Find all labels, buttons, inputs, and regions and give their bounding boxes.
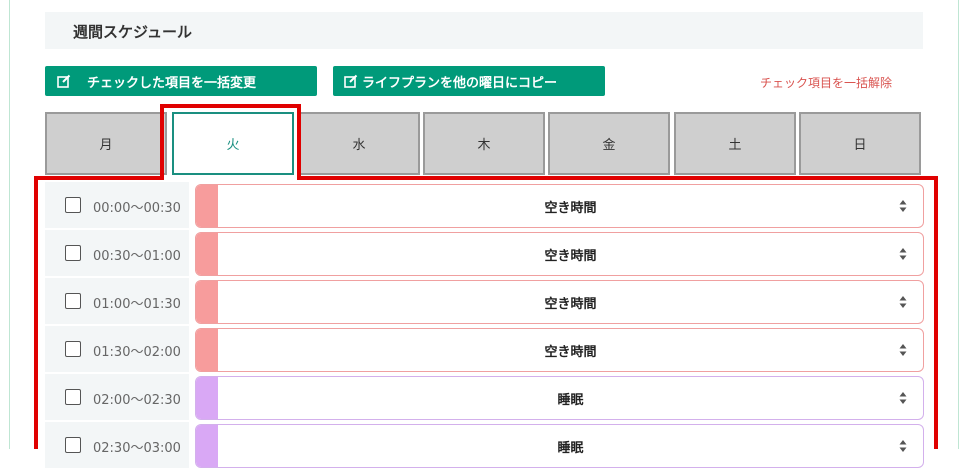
activity-color-bar (196, 377, 218, 419)
tab-label: 木 (477, 138, 491, 153)
time-label: 01:00〜01:30 (93, 297, 181, 312)
time-label: 00:30〜01:00 (93, 249, 181, 264)
activity-color-bar (196, 425, 218, 467)
copy-lifeplan-button[interactable]: ライフプランを他の曜日にコピー (333, 66, 605, 96)
activity-select[interactable]: 空き時間 (195, 328, 924, 372)
tab-thursday[interactable]: 木 (423, 112, 545, 175)
page-title: 週間スケジュール (73, 23, 192, 41)
tab-sunday[interactable]: 日 (799, 112, 921, 175)
time-label: 02:00〜02:30 (93, 393, 181, 408)
sort-arrows-icon (899, 248, 907, 260)
sort-arrows-icon (899, 200, 907, 212)
activity-value: 空き時間 (544, 248, 597, 264)
tab-label: 月 (99, 138, 113, 153)
activity-value: 空き時間 (544, 344, 597, 360)
tab-label: 金 (602, 138, 616, 153)
schedule-row: 02:30〜03:00 睡眠 (45, 422, 925, 468)
row-checkbox[interactable] (65, 197, 81, 213)
sort-arrows-icon (899, 344, 907, 356)
activity-color-bar (196, 281, 218, 323)
weekday-tabs: 月 火 水 木 金 土 日 (45, 112, 923, 175)
row-checkbox[interactable] (65, 437, 81, 453)
sort-arrows-icon (899, 392, 907, 404)
sort-arrows-icon (899, 296, 907, 308)
highlight-outline (297, 104, 301, 180)
row-checkbox[interactable] (65, 389, 81, 405)
tab-friday[interactable]: 金 (548, 112, 670, 175)
section-header: 週間スケジュール (45, 12, 923, 49)
time-cell: 01:00〜01:30 (45, 278, 189, 324)
highlight-outline (934, 176, 938, 449)
row-checkbox[interactable] (65, 293, 81, 309)
edit-icon (57, 74, 71, 88)
schedule-row: 00:30〜01:00 空き時間 (45, 230, 925, 276)
activity-value: 睡眠 (557, 440, 584, 456)
activity-value: 睡眠 (557, 392, 584, 408)
time-cell: 00:30〜01:00 (45, 230, 189, 276)
tab-label: 水 (352, 138, 366, 153)
page-frame-right (958, 0, 959, 449)
highlight-outline (160, 104, 164, 180)
highlight-outline (34, 176, 164, 180)
highlight-outline (160, 104, 301, 108)
time-cell: 00:00〜00:30 (45, 182, 189, 228)
schedule-row: 00:00〜00:30 空き時間 (45, 182, 925, 228)
edit-icon (344, 74, 358, 88)
activity-color-bar (196, 329, 218, 371)
tab-saturday[interactable]: 土 (674, 112, 796, 175)
tab-tuesday[interactable]: 火 (172, 112, 294, 175)
tab-label: 日 (853, 138, 867, 153)
activity-select[interactable]: 空き時間 (195, 280, 924, 324)
copy-lifeplan-label: ライフプランを他の曜日にコピー (362, 75, 558, 91)
time-cell: 02:30〜03:00 (45, 422, 189, 468)
activity-select[interactable]: 睡眠 (195, 424, 924, 468)
uncheck-all-link[interactable]: チェック項目を一括解除 (760, 74, 892, 91)
bulk-change-label: チェックした項目を一括変更 (87, 75, 257, 91)
schedule-row: 01:30〜02:00 空き時間 (45, 326, 925, 372)
activity-color-bar (196, 233, 218, 275)
schedule-row: 02:00〜02:30 睡眠 (45, 374, 925, 420)
tab-wednesday[interactable]: 水 (298, 112, 420, 175)
schedule-row: 01:00〜01:30 空き時間 (45, 278, 925, 324)
sort-arrows-icon (899, 440, 907, 452)
activity-value: 空き時間 (544, 296, 597, 312)
time-label: 01:30〜02:00 (93, 345, 181, 360)
row-checkbox[interactable] (65, 341, 81, 357)
activity-select[interactable]: 空き時間 (195, 184, 924, 228)
activity-color-bar (196, 185, 218, 227)
tab-monday[interactable]: 月 (45, 112, 167, 175)
time-cell: 02:00〜02:30 (45, 374, 189, 420)
time-label: 02:30〜03:00 (93, 441, 181, 456)
tab-label: 火 (226, 138, 240, 153)
activity-value: 空き時間 (544, 200, 597, 216)
tab-label: 土 (728, 138, 742, 153)
highlight-outline (297, 176, 938, 180)
time-cell: 01:30〜02:00 (45, 326, 189, 372)
highlight-outline (34, 176, 38, 449)
time-label: 00:00〜00:30 (93, 201, 181, 216)
activity-select[interactable]: 睡眠 (195, 376, 924, 420)
row-checkbox[interactable] (65, 245, 81, 261)
page-frame-left (9, 0, 10, 449)
bulk-change-button[interactable]: チェックした項目を一括変更 (45, 66, 317, 96)
activity-select[interactable]: 空き時間 (195, 232, 924, 276)
